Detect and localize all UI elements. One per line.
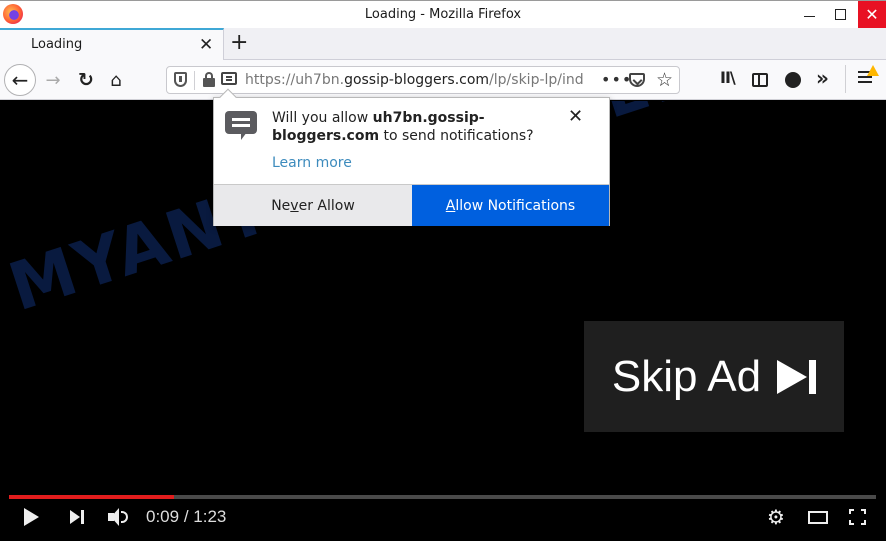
never-accesskey: v [290,197,299,214]
window-title: Loading - Mozilla Firefox [364,7,522,22]
skip-ad-button[interactable]: Skip Ad [584,321,844,432]
never-post: er Allow [298,197,355,214]
update-warning-icon [867,65,879,76]
never-allow-button[interactable]: Ne v er Allow [214,185,412,226]
volume-button[interactable] [108,505,128,529]
time-display: 0:09 / 1:23 [146,505,226,529]
new-tab-button[interactable]: + [230,30,248,55]
navigation-toolbar: ← → ↻ ⌂ https://uh7bn.gossip-bloggers.co… [0,60,886,100]
url-bar-separator [194,71,195,90]
notification-permission-icon[interactable] [221,72,237,85]
popup-close-icon[interactable]: ✕ [568,106,583,127]
play-icon [24,508,39,526]
lock-icon[interactable] [203,72,215,87]
fullscreen-button[interactable] [849,505,866,529]
theater-mode-button[interactable] [808,505,828,529]
bookmark-star-icon[interactable]: ☆ [656,69,673,91]
url-subdomain: uh7bn. [295,72,345,88]
video-progress-fill [9,495,174,499]
url-scheme: https:// [245,72,296,88]
url-host: gossip-bloggers.com [344,72,490,88]
url-bar[interactable]: https://uh7bn.gossip-bloggers.com/lp/ski… [166,66,680,94]
allow-accesskey: A [445,197,456,214]
settings-gear-icon[interactable]: ⚙ [767,505,785,529]
duration: 1:23 [193,507,227,526]
next-icon [70,510,80,524]
popup-buttons: Ne v er Allow Allow Notifications [214,184,609,226]
tab-strip: Loading ✕ + [0,28,886,60]
pocket-icon[interactable] [629,73,645,87]
play-button[interactable] [24,505,39,529]
title-bar: Loading - Mozilla Firefox ✕ [0,0,886,28]
firefox-window: Loading - Mozilla Firefox ✕ Loading ✕ + … [0,0,886,541]
never-pre: Ne [271,197,291,214]
fullscreen-icon [849,509,866,525]
url-input[interactable]: https://uh7bn.gossip-bloggers.com/lp/ski… [245,72,599,88]
tab-close-icon[interactable]: ✕ [199,35,213,55]
notification-chat-icon [225,111,257,140]
toolbar-separator [845,65,846,93]
page-actions-icon[interactable]: ••• [601,70,632,89]
maximize-icon [835,9,846,20]
tracking-protection-shield-icon[interactable] [174,72,187,87]
allow-post: llow Notifications [455,197,576,214]
skip-ad-label: Skip Ad [611,351,762,401]
video-progress-bar[interactable] [9,495,876,499]
overflow-menu-icon[interactable]: » [816,66,829,90]
message-prefix: Will you allow [272,110,373,126]
forward-button[interactable]: → [41,66,65,94]
library-icon[interactable]: II\ [720,68,736,87]
url-path: /lp/skip-lp/ind [489,72,584,88]
message-suffix: to send notifications? [379,128,534,144]
home-button[interactable]: ⌂ [104,66,128,94]
sidebar-icon[interactable] [752,73,768,87]
back-button[interactable]: ← [4,64,36,96]
account-warning-icon[interactable] [785,72,801,88]
tab-loading[interactable]: Loading ✕ [0,28,224,60]
learn-more-link[interactable]: Learn more [272,155,352,171]
window-close-button[interactable]: ✕ [858,1,886,28]
reload-button[interactable]: ↻ [74,66,98,94]
minimize-button[interactable] [795,1,824,28]
skip-next-icon [777,359,817,394]
allow-notifications-button[interactable]: Allow Notifications [412,185,609,226]
theater-mode-icon [808,510,828,524]
current-time: 0:09 [146,507,180,526]
time-separator: / [179,507,194,526]
tab-label: Loading [31,37,83,52]
popup-message: Will you allow uh7bn.gossip-bloggers.com… [272,109,552,145]
next-button[interactable] [70,505,84,529]
minimize-icon [804,16,815,17]
notification-permission-popup: Will you allow uh7bn.gossip-bloggers.com… [213,88,610,226]
maximize-button[interactable] [826,1,855,28]
